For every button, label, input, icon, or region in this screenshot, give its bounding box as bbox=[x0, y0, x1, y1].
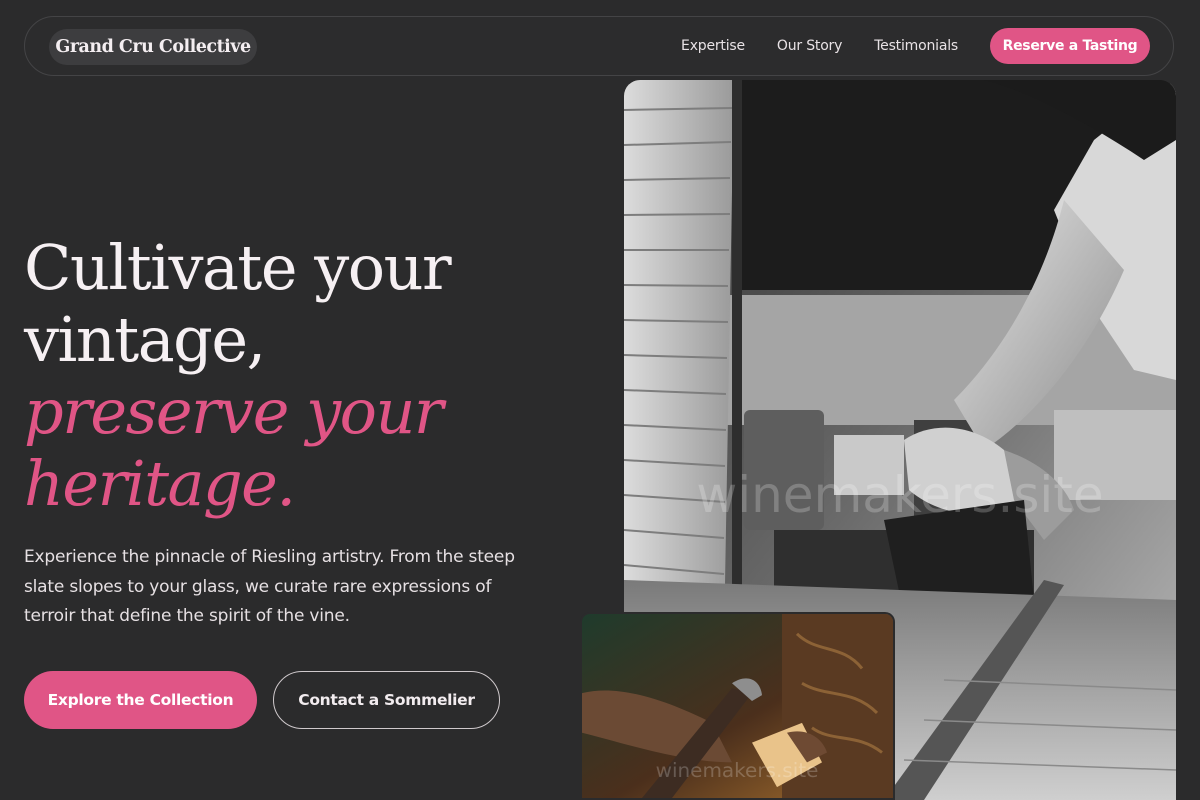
hero-headline: Cultivate your vintage, preserve your he… bbox=[24, 232, 584, 520]
headline-accent: preserve your heritage. bbox=[24, 375, 444, 520]
headline-primary: Cultivate your vintage, bbox=[24, 231, 452, 376]
contact-sommelier-button[interactable]: Contact a Sommelier bbox=[273, 671, 500, 729]
top-navigation: Grand Cru Collective Expertise Our Story… bbox=[24, 16, 1174, 76]
inset-photo-carving: winemakers.site bbox=[580, 612, 895, 800]
brand-logo[interactable]: Grand Cru Collective bbox=[49, 29, 257, 65]
reserve-tasting-button[interactable]: Reserve a Tasting bbox=[990, 28, 1150, 64]
nav-link-expertise[interactable]: Expertise bbox=[681, 38, 745, 54]
main-photo-watermark: winemakers.site bbox=[696, 466, 1103, 524]
carving-photo-illustration: winemakers.site bbox=[582, 614, 893, 798]
slat-wall bbox=[624, 80, 742, 640]
nav-link-our-story[interactable]: Our Story bbox=[777, 38, 842, 54]
nav-links: Expertise Our Story Testimonials Reserve… bbox=[681, 17, 1173, 75]
nav-link-testimonials[interactable]: Testimonials bbox=[874, 38, 958, 54]
inset-photo-watermark: winemakers.site bbox=[656, 759, 819, 782]
explore-collection-button[interactable]: Explore the Collection bbox=[24, 671, 257, 729]
hero-description: Experience the pinnacle of Riesling arti… bbox=[24, 547, 515, 626]
